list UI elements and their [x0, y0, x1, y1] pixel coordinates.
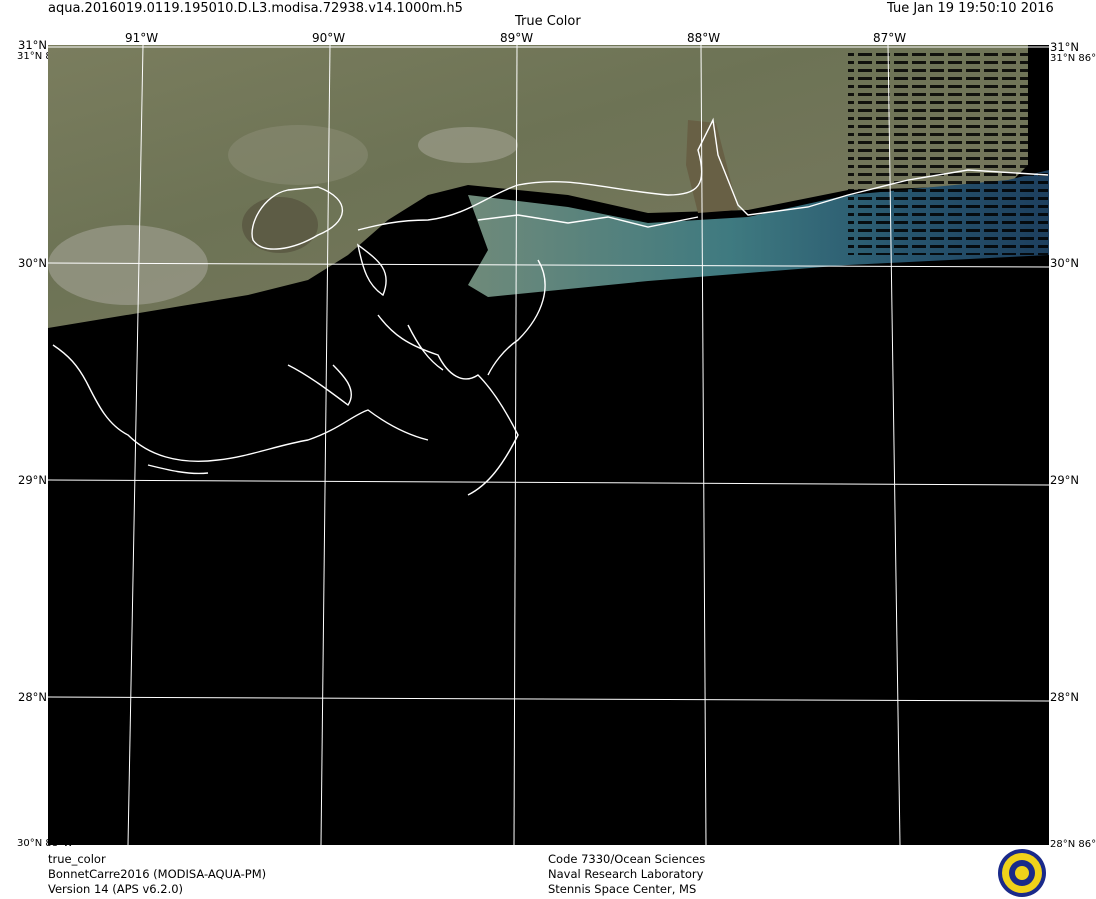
lat-label-left-28n: 28°N	[18, 690, 47, 704]
image-title: True Color	[515, 14, 581, 29]
product-name: true_color	[48, 852, 106, 866]
acquisition-datetime: Tue Jan 19 19:50:10 2016	[887, 1, 1054, 16]
footer-center: Code 7330/Ocean Sciences Naval Research …	[548, 852, 705, 897]
cloud-patch	[228, 125, 368, 185]
nrl-logo-icon	[998, 849, 1046, 897]
satellite-map	[48, 45, 1049, 845]
org-code: Code 7330/Ocean Sciences	[548, 852, 706, 866]
cloud-patch	[48, 225, 208, 305]
footer-left: true_color BonnetCarre2016 (MODISA-AQUA-…	[48, 852, 266, 897]
lon-label-90w: 90°W	[312, 31, 346, 45]
lon-label-89w: 89°W	[500, 31, 534, 45]
corner-label-top-right: 31°N 86°W	[1050, 53, 1096, 64]
version-info: Version 14 (APS v6.2.0)	[48, 882, 184, 896]
org-name: Naval Research Laboratory	[548, 867, 704, 881]
cloud-patch	[418, 127, 518, 163]
lat-label-left-29n: 29°N	[18, 473, 47, 487]
lon-label-91w: 91°W	[125, 31, 159, 45]
lat-label-left-30n: 30°N	[18, 256, 47, 270]
dataset-name: BonnetCarre2016 (MODISA-AQUA-PM)	[48, 867, 267, 881]
lon-label-87w: 87°W	[873, 31, 907, 45]
lon-label-88w: 88°W	[687, 31, 721, 45]
org-location: Stennis Space Center, MS	[548, 882, 697, 896]
stripe-artifact	[848, 50, 1048, 255]
lat-label-right-29n: 29°N	[1050, 473, 1079, 487]
lat-label-right-28n: 28°N	[1050, 690, 1079, 704]
file-name: aqua.2016019.0119.195010.D.L3.modisa.729…	[48, 1, 463, 16]
corner-label-bottom-right: 28°N 86°W	[1050, 839, 1096, 850]
lat-label-right-30n: 30°N	[1050, 256, 1079, 270]
